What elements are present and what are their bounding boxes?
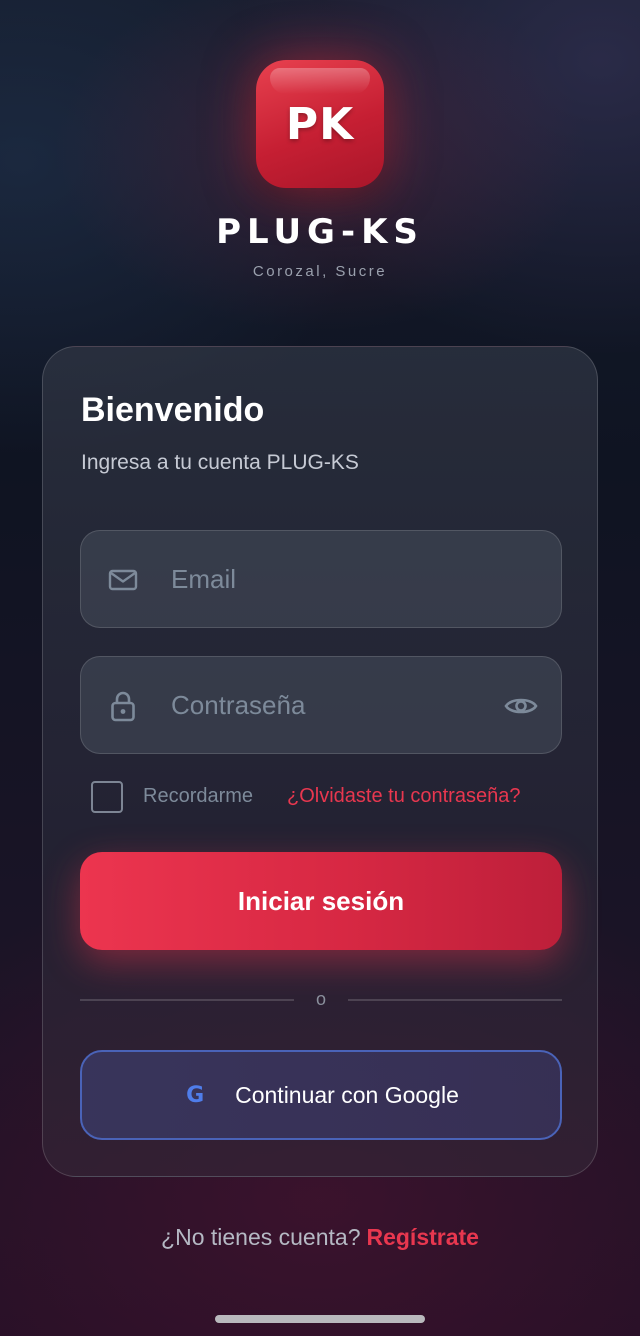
app-logo: PK bbox=[256, 60, 384, 188]
divider-line-left bbox=[80, 999, 294, 1001]
login-button[interactable]: Iniciar sesión bbox=[80, 852, 562, 950]
divider-line-right bbox=[348, 999, 562, 1001]
google-icon: G bbox=[186, 1082, 205, 1108]
lock-icon bbox=[107, 691, 139, 722]
remember-checkbox[interactable] bbox=[91, 781, 123, 813]
home-indicator[interactable] bbox=[215, 1315, 425, 1323]
register-link[interactable]: Regístrate bbox=[366, 1224, 478, 1250]
register-question: ¿No tienes cuenta? bbox=[161, 1224, 361, 1250]
login-card: Bienvenido Ingresa a tu cuenta PLUG-KS E… bbox=[42, 346, 598, 1177]
card-title: Bienvenido bbox=[81, 391, 265, 429]
google-button-label: Continuar con Google bbox=[235, 1081, 459, 1108]
card-subtitle: Ingresa a tu cuenta PLUG-KS bbox=[81, 451, 359, 474]
google-login-button[interactable]: G Continuar con Google bbox=[80, 1050, 562, 1140]
remember-label[interactable]: Recordarme bbox=[143, 785, 253, 808]
password-field[interactable] bbox=[80, 656, 562, 754]
logo-initials: PK bbox=[285, 98, 355, 150]
register-prompt: ¿No tienes cuenta? Regístrate bbox=[0, 1224, 640, 1251]
brand-location: Corozal, Sucre bbox=[252, 263, 388, 280]
forgot-password-link[interactable]: ¿Olvidaste tu contraseña? bbox=[287, 785, 520, 808]
password-input[interactable] bbox=[171, 657, 491, 753]
email-field[interactable] bbox=[80, 530, 562, 628]
eye-icon[interactable] bbox=[503, 690, 539, 722]
divider-text: o bbox=[315, 989, 326, 1009]
email-input[interactable] bbox=[171, 531, 491, 627]
mail-icon bbox=[107, 565, 139, 595]
brand-name: PLUG-KS bbox=[216, 212, 424, 252]
